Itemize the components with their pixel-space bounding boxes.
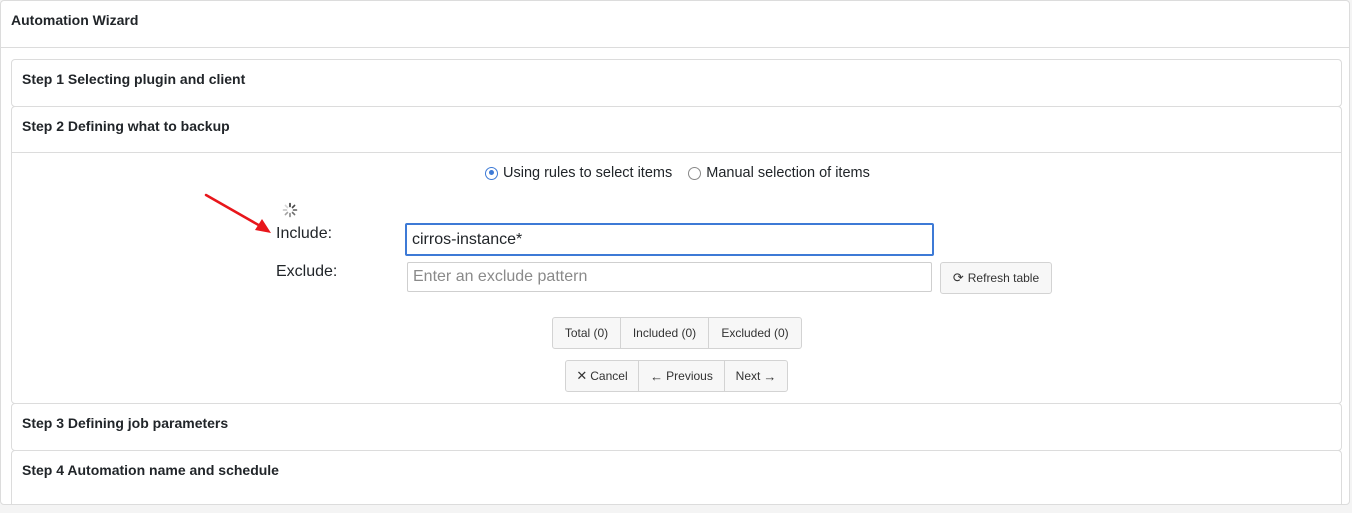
previous-button[interactable]: ← Previous — [638, 360, 725, 392]
wizard-title: Automation Wizard — [1, 1, 1349, 48]
close-icon: ✕ — [576, 368, 588, 383]
wizard-nav-group: ✕ Cancel ← Previous Next → — [565, 360, 788, 392]
total-count-button[interactable]: Total (0) — [552, 317, 621, 349]
refresh-icon: ⟳ — [952, 270, 964, 285]
manual-radio[interactable] — [688, 166, 702, 180]
refresh-table-label: Refresh table — [967, 271, 1040, 285]
annotation-arrow-icon — [204, 193, 271, 233]
rules-radio-label[interactable]: Using rules to select items — [503, 165, 672, 181]
step-1-title[interactable]: Step 1 Selecting plugin and client — [12, 60, 1341, 106]
item-counts-group: Total (0) Included (0) Excluded (0) — [552, 317, 802, 349]
next-button[interactable]: Next → — [724, 360, 788, 392]
cancel-label: Cancel — [590, 369, 628, 383]
step-4-panel[interactable]: Step 4 Automation name and schedule — [11, 450, 1342, 504]
refresh-table-button[interactable]: ⟳ Refresh table — [940, 262, 1052, 294]
cancel-button[interactable]: ✕ Cancel — [565, 360, 639, 392]
step-1-panel[interactable]: Step 1 Selecting plugin and client — [11, 59, 1342, 107]
included-count-button[interactable]: Included (0) — [620, 317, 709, 349]
include-label: Include: — [276, 225, 333, 242]
exclude-label: Exclude: — [276, 263, 338, 280]
excluded-count-button[interactable]: Excluded (0) — [708, 317, 802, 349]
exclude-pattern-input[interactable] — [407, 262, 932, 292]
manual-radio-label[interactable]: Manual selection of items — [706, 165, 870, 181]
step-3-title[interactable]: Step 3 Defining job parameters — [12, 404, 1341, 450]
include-pattern-input[interactable] — [405, 223, 934, 256]
step-2-panel: Step 2 Defining what to backup Using rul… — [11, 106, 1342, 404]
previous-label: Previous — [666, 369, 713, 383]
step-2-title[interactable]: Step 2 Defining what to backup — [12, 107, 1341, 153]
rules-radio[interactable] — [485, 166, 498, 180]
next-label: Next — [735, 369, 761, 383]
automation-wizard: Automation Wizard Step 1 Selecting plugi… — [0, 0, 1350, 505]
manual-selection-option[interactable]: Manual selection of items — [688, 165, 870, 181]
arrow-right-icon: → — [763, 368, 777, 384]
step-4-title[interactable]: Step 4 Automation name and schedule — [12, 451, 1341, 497]
step-3-panel[interactable]: Step 3 Defining job parameters — [11, 403, 1342, 451]
arrow-left-icon: ← — [650, 368, 664, 384]
loading-spinner-icon — [282, 202, 298, 218]
selection-mode-group: Using rules to select items Manual selec… — [485, 165, 886, 181]
rules-selection-option[interactable]: Using rules to select items — [485, 165, 672, 181]
